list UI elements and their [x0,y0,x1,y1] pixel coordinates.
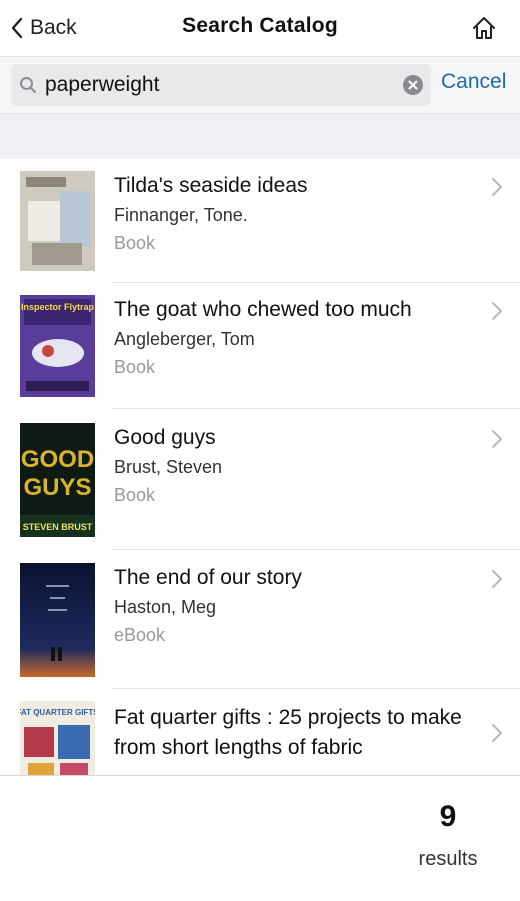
section-spacer [0,113,520,160]
item-title: Good guys [114,426,216,449]
item-title: Fat quarter gifts : 25 projects to make … [114,706,462,759]
nav-bar: Back Search Catalog [0,0,520,57]
item-format: eBook [114,625,166,645]
cover-title: FAT QUARTER GIFTS [20,708,95,717]
list-item[interactable]: Tilda's seaside ideas Finnanger, Tone. B… [0,159,520,283]
results-count: 9 [439,800,457,833]
book-cover [20,563,95,677]
chevron-right-icon [492,570,502,588]
cover-art: GOOD GUYS STEVEN BRUST [20,423,95,537]
item-title: The end of our story [114,566,302,589]
item-title: The goat who chewed too much [114,298,412,321]
chevron-right-icon [492,430,502,448]
book-cover: Inspector Flytrap [20,295,95,397]
item-format: Book [114,233,156,253]
results-list: Tilda's seaside ideas Finnanger, Tone. B… [0,159,520,775]
item-author: Angleberger, Tom [114,329,255,349]
cover-art: Inspector Flytrap [20,295,95,397]
list-item[interactable]: The end of our story Haston, Meg eBook [0,550,520,689]
cover-art: FAT QUARTER GIFTS [20,701,95,775]
chevron-right-icon [492,302,502,320]
search-bar: Cancel [0,57,520,113]
cancel-button[interactable]: Cancel [441,70,506,94]
item-author: Haston, Meg [114,597,217,617]
item-format: Book [114,485,156,505]
close-icon [408,80,418,90]
page-title: Search Catalog [182,14,338,37]
list-item[interactable]: FAT QUARTER GIFTS Fat quarter gifts : 25… [0,689,520,775]
cover-art [20,563,95,677]
book-cover: GOOD GUYS STEVEN BRUST [20,423,95,537]
item-author: Finnanger, Tone. [114,205,248,225]
cover-title-line2: GUYS [23,474,91,501]
book-cover: FAT QUARTER GIFTS [20,701,95,775]
book-cover [20,171,95,271]
chevron-right-icon [492,178,502,196]
list-item[interactable]: Inspector Flytrap The goat who chewed to… [0,283,520,409]
search-input[interactable] [45,69,385,101]
search-field-container[interactable] [11,64,431,106]
list-item[interactable]: GOOD GUYS STEVEN BRUST Good guys Brust, … [0,409,520,550]
chevron-right-icon [492,724,502,742]
item-title: Tilda's seaside ideas [114,174,308,197]
item-format: Book [114,357,156,377]
cover-title-line1: GOOD [21,446,94,473]
results-footer: 9 results [0,775,520,901]
search-icon [20,77,36,93]
results-label: results [418,848,478,870]
item-author: Brust, Steven [114,457,223,477]
clear-search-button[interactable] [403,75,423,95]
home-icon[interactable] [470,14,498,42]
cover-art [20,171,95,271]
cover-author: STEVEN BRUST [23,522,93,532]
cover-title: Inspector Flytrap [21,302,95,312]
